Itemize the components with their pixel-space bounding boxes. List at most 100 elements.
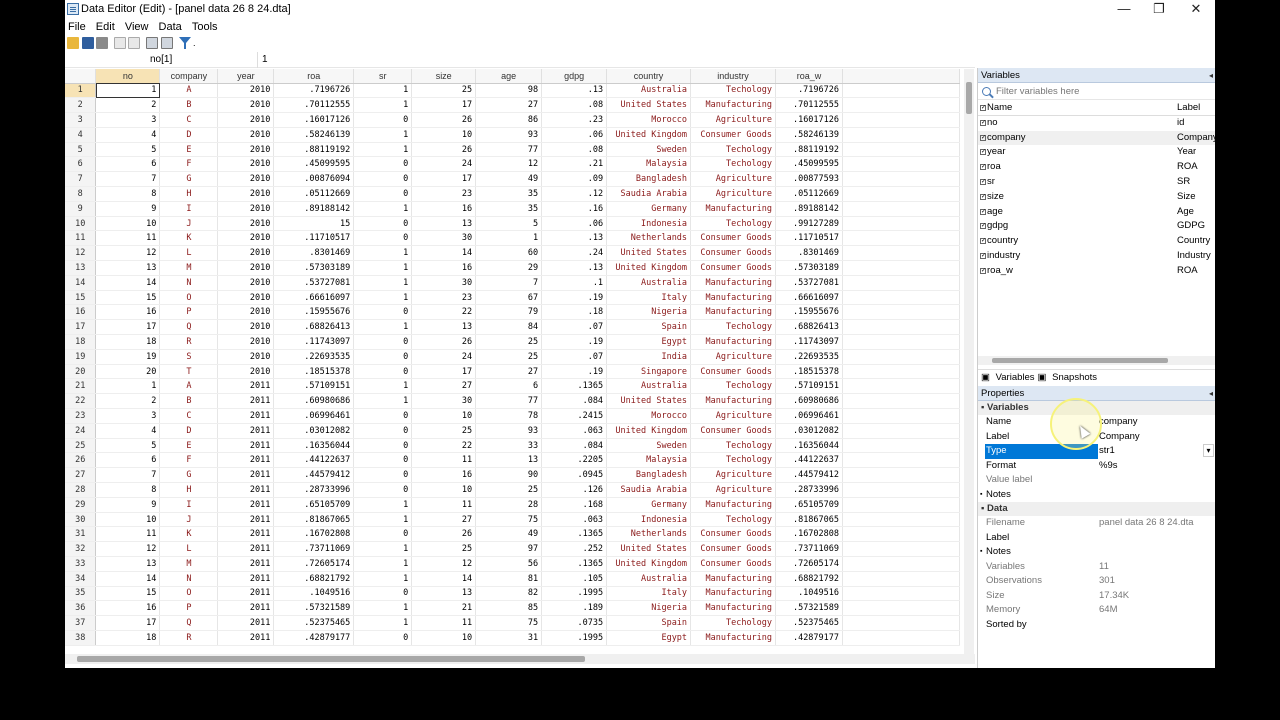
data-browser-icon[interactable]: [161, 37, 173, 49]
cell-roa-w[interactable]: .60980686: [775, 393, 844, 410]
cell-company[interactable]: P: [159, 600, 219, 617]
cell-roa-w[interactable]: .88119192: [775, 142, 844, 158]
cell-roa-w[interactable]: .68826413: [775, 319, 844, 336]
cell-industry[interactable]: Manufacturing: [690, 304, 777, 321]
cell-gdpg[interactable]: .2205: [541, 452, 608, 469]
cell-gdpg[interactable]: .1995: [541, 630, 608, 646]
cell-year[interactable]: 2010: [217, 275, 275, 291]
data-grid[interactable]: no company year roa sr size age gdpg cou…: [65, 69, 960, 654]
cell-age[interactable]: 93: [475, 127, 543, 143]
cell-roa-w[interactable]: .44122637: [775, 452, 844, 469]
cell-industry[interactable]: Techology: [690, 216, 777, 232]
row-number[interactable]: 27: [65, 467, 97, 484]
cell-size[interactable]: 16: [411, 467, 477, 484]
cell-roa[interactable]: .45099595: [273, 156, 355, 173]
cell-size[interactable]: 16: [411, 260, 477, 276]
variable-row-no[interactable]: ✓ no id: [978, 116, 1215, 131]
row-number[interactable]: 36: [65, 600, 97, 617]
cell-no[interactable]: 17: [95, 319, 161, 336]
cell-industry[interactable]: Consumer Goods: [690, 364, 777, 380]
cell-industry[interactable]: Techology: [690, 512, 777, 528]
cell-age[interactable]: 25: [475, 334, 543, 350]
cell-size[interactable]: 13: [411, 216, 477, 232]
cell-roa-w[interactable]: .73711069: [775, 541, 844, 557]
cell-country[interactable]: Saudia Arabia: [606, 186, 692, 202]
cell-company[interactable]: M: [159, 260, 219, 276]
cell-gdpg[interactable]: .105: [541, 571, 608, 587]
cell-industry[interactable]: Techology: [690, 378, 777, 395]
cell-company[interactable]: M: [159, 556, 219, 572]
cell-no[interactable]: 11: [95, 526, 161, 543]
cell-no[interactable]: 15: [95, 290, 161, 306]
row-number[interactable]: 32: [65, 541, 97, 557]
cell-size[interactable]: 23: [411, 290, 477, 306]
cell-sr[interactable]: 0: [353, 452, 413, 469]
cell-roa[interactable]: 15: [273, 216, 355, 232]
cell-company[interactable]: B: [159, 393, 219, 410]
cell-age[interactable]: 25: [475, 482, 543, 498]
cell-no[interactable]: 9: [95, 201, 161, 217]
cell-gdpg[interactable]: .13: [541, 230, 608, 247]
variable-row-age[interactable]: ✓ age Age: [978, 205, 1215, 220]
properties-section-data[interactable]: ▪ Data: [978, 502, 1215, 516]
cell-roa[interactable]: .44579412: [273, 467, 355, 484]
cell-age[interactable]: 49: [475, 171, 543, 188]
cell-age[interactable]: 31: [475, 630, 543, 646]
cell-age[interactable]: 90: [475, 467, 543, 484]
cell-size[interactable]: 25: [411, 541, 477, 557]
variable-row-country[interactable]: ✓ country Country: [978, 234, 1215, 249]
cell-gdpg[interactable]: .1365: [541, 556, 608, 572]
cell-year[interactable]: 2010: [217, 97, 275, 114]
cell-country[interactable]: Italy: [606, 290, 692, 306]
cell-no[interactable]: 14: [95, 275, 161, 291]
prop-type-value[interactable]: str1: [1099, 444, 1115, 459]
row-number[interactable]: 23: [65, 408, 97, 424]
cell-sr[interactable]: 1: [353, 512, 413, 528]
column-header-sr[interactable]: sr: [353, 69, 413, 84]
row-number[interactable]: 26: [65, 452, 97, 469]
cell-roa[interactable]: .05112669: [273, 186, 355, 202]
pin-icon[interactable]: ◂: [1209, 386, 1213, 401]
cell-size[interactable]: 10: [411, 482, 477, 498]
cell-industry[interactable]: Consumer Goods: [690, 541, 777, 557]
prop-format-row[interactable]: Format %9s: [978, 459, 1215, 474]
cell-country[interactable]: Sweden: [606, 438, 692, 454]
cell-industry[interactable]: Manufacturing: [690, 571, 777, 587]
cell-gdpg[interactable]: .063: [541, 423, 608, 439]
cell-country[interactable]: Netherlands: [606, 230, 692, 247]
cell-age[interactable]: 75: [475, 512, 543, 528]
cell-age[interactable]: 6: [475, 378, 543, 395]
variable-checkbox[interactable]: ✓: [980, 149, 986, 156]
cell-country[interactable]: United Kingdom: [606, 423, 692, 439]
row-number[interactable]: 10: [65, 216, 97, 232]
cell-roa-w[interactable]: .11743097: [775, 334, 844, 350]
cell-age[interactable]: 60: [475, 245, 543, 262]
cell-country[interactable]: Australia: [606, 571, 692, 587]
variables-manager-icon[interactable]: [146, 37, 158, 49]
variable-checkbox[interactable]: ✓: [980, 252, 986, 259]
cell-age[interactable]: 49: [475, 526, 543, 543]
cell-company[interactable]: B: [159, 97, 219, 114]
cell-roa[interactable]: .18515378: [273, 364, 355, 380]
prop-data-label-row[interactable]: Label: [978, 531, 1215, 546]
cell-industry[interactable]: Techology: [690, 615, 777, 631]
prop-name-value[interactable]: company: [1099, 415, 1138, 430]
cell-industry[interactable]: Consumer Goods: [690, 526, 777, 543]
cell-age[interactable]: 93: [475, 423, 543, 439]
cell-size[interactable]: 10: [411, 127, 477, 143]
row-number[interactable]: 31: [65, 526, 97, 543]
cell-country[interactable]: Egypt: [606, 334, 692, 350]
cell-no[interactable]: 18: [95, 334, 161, 350]
cell-age[interactable]: 82: [475, 586, 543, 602]
cell-age[interactable]: 28: [475, 497, 543, 513]
variable-row-roa[interactable]: ✓ roa ROA: [978, 160, 1215, 175]
cell-year[interactable]: 2010: [217, 334, 275, 350]
cell-size[interactable]: 22: [411, 438, 477, 454]
cell-roa-w[interactable]: .65105709: [775, 497, 844, 513]
cell-roa-w[interactable]: .44579412: [775, 467, 844, 484]
cell-roa-w[interactable]: .72605174: [775, 556, 844, 572]
cell-sr[interactable]: 0: [353, 186, 413, 202]
cell-no[interactable]: 4: [95, 423, 161, 439]
cell-roa-w[interactable]: .57109151: [775, 378, 844, 395]
cell-country[interactable]: Australia: [606, 275, 692, 291]
